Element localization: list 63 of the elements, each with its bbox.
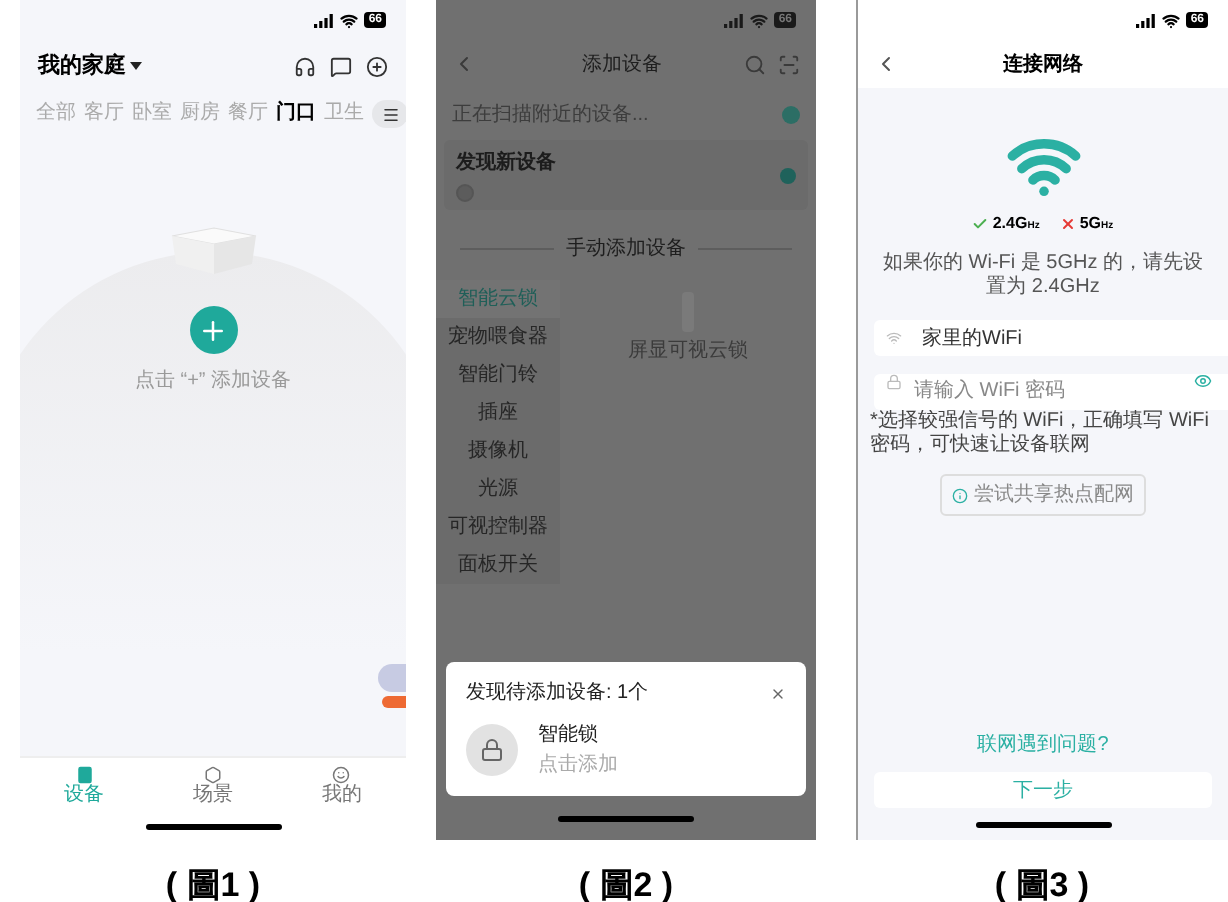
- empty-state-hint: 点击 “+” 添加设备: [134, 367, 292, 396]
- nav-tab[interactable]: 我的: [321, 765, 362, 805]
- home-indicator: [145, 823, 281, 829]
- wifi-icon: [886, 330, 902, 346]
- add-hint[interactable]: 点击添加: [538, 750, 618, 780]
- assistant-badge[interactable]: [382, 696, 406, 708]
- headset-icon[interactable]: [294, 55, 316, 77]
- category-item[interactable]: 可视控制器: [436, 508, 560, 546]
- home-indicator: [558, 815, 694, 821]
- category-item[interactable]: 面板开关: [436, 546, 560, 584]
- frequency-note: 如果你的 Wi-Fi 是 5GHz 的，请先设置为 2.4GHz: [881, 252, 1205, 300]
- signal-icon: [314, 13, 335, 27]
- section-title: 手动添加设备: [566, 235, 686, 264]
- home-title[interactable]: 我的家庭: [38, 49, 126, 83]
- close-icon[interactable]: [770, 685, 786, 701]
- message-icon[interactable]: [330, 55, 352, 77]
- room-tab[interactable]: 卧室: [132, 104, 172, 124]
- nav-tab[interactable]: 场景: [192, 765, 233, 805]
- dialog-title: 发现待添加设备: 1个: [466, 679, 649, 708]
- room-tab[interactable]: 全部: [36, 104, 76, 124]
- discovered-title: 发现新设备: [456, 148, 556, 178]
- password-field[interactable]: 请输入 WiFi 密码: [874, 373, 1228, 409]
- signal-icon: [1136, 13, 1157, 27]
- home-indicator: [975, 821, 1111, 827]
- device-name[interactable]: 智能锁: [538, 720, 618, 750]
- profile-icon: [332, 765, 351, 783]
- search-icon[interactable]: [744, 53, 766, 75]
- device-icon: [75, 765, 94, 783]
- wifi-icon: [340, 11, 359, 29]
- wifi-icon: [1162, 11, 1181, 29]
- category-item[interactable]: 摄像机: [436, 432, 560, 470]
- show-password-icon[interactable]: [1194, 372, 1212, 390]
- room-tab[interactable]: 门口: [276, 104, 316, 124]
- category-item[interactable]: 智能门铃: [436, 356, 560, 394]
- dropdown-caret-icon[interactable]: [130, 62, 142, 70]
- room-tab[interactable]: 卫生: [324, 104, 364, 124]
- plus-icon: [198, 315, 228, 345]
- category-item[interactable]: 插座: [436, 394, 560, 432]
- info-icon: [952, 487, 968, 503]
- assistant-avatar[interactable]: [378, 664, 406, 692]
- category-item[interactable]: 光源: [436, 470, 560, 508]
- room-tab[interactable]: 餐厅: [228, 104, 268, 124]
- next-button[interactable]: 下一步: [874, 772, 1212, 808]
- add-icon[interactable]: [366, 55, 388, 77]
- nav-tab[interactable]: 设备: [64, 765, 105, 805]
- scanning-spinner-icon: [782, 105, 800, 123]
- smart-lock-icon[interactable]: [466, 724, 518, 776]
- help-link[interactable]: 联网遇到问题?: [858, 730, 1228, 760]
- scan-icon[interactable]: [778, 53, 800, 75]
- lock-icon: [886, 374, 902, 390]
- room-tab[interactable]: 客厅: [84, 104, 124, 124]
- room-tab[interactable]: 厨房: [180, 104, 220, 124]
- menu-icon: [381, 105, 399, 123]
- wifi-icon: [750, 11, 769, 29]
- scene-icon: [203, 765, 222, 783]
- hotspot-button[interactable]: 尝试共享热点配网: [940, 474, 1146, 516]
- network-field[interactable]: 家里的WiFi: [874, 320, 1228, 356]
- signal-icon: [724, 13, 745, 27]
- screen-title: 添加设备: [580, 51, 664, 79]
- screen-title: 连接网络: [1001, 51, 1085, 79]
- menu-button[interactable]: [372, 100, 406, 128]
- category-item[interactable]: 宠物喂食器: [436, 318, 560, 356]
- wifi-tip: *选择较强信号的 WiFi，正确填写 WiFi 密码，可快速让设备联网: [868, 410, 1211, 458]
